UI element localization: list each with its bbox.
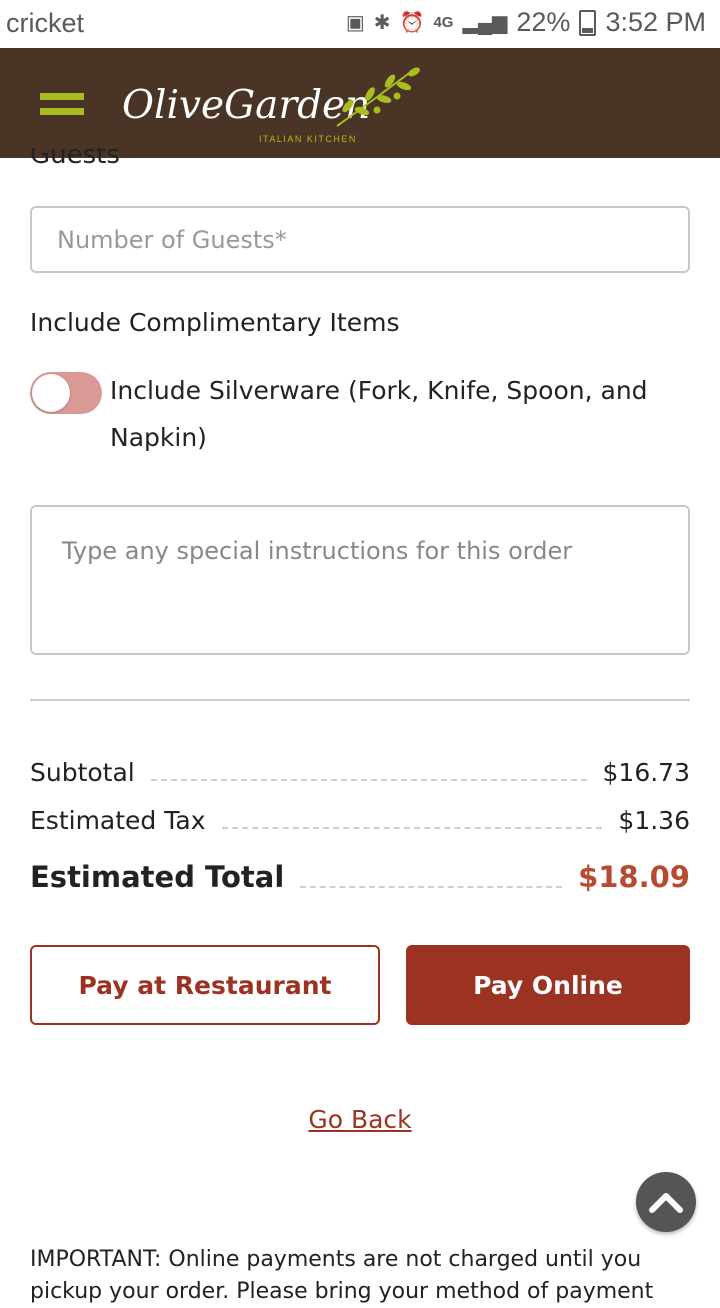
total-row: Estimated Total $18.09	[30, 860, 690, 894]
battery-icon	[579, 9, 597, 36]
hamburger-menu-button[interactable]	[40, 93, 84, 129]
complimentary-items-title: Include Complimentary Items	[30, 308, 400, 337]
dotted-leader	[221, 827, 603, 829]
subtotal-label: Subtotal	[30, 758, 135, 787]
special-instructions-field[interactable]	[30, 505, 690, 655]
divider	[30, 699, 690, 701]
silverware-label: Include Silverware (Fork, Knife, Spoon, …	[110, 376, 648, 452]
subtotal-row: Subtotal $16.73	[30, 758, 690, 787]
scroll-to-top-button[interactable]	[636, 1172, 696, 1232]
app-header: OliveGarden ITALIAN KITCHEN	[0, 48, 720, 158]
status-bar: cricket ▣ ✱ ⏰ 4G ▂▄▆ 22% 3:52 PM	[0, 0, 720, 48]
guests-label-text: Guests	[30, 148, 120, 170]
clock: 3:52 PM	[605, 7, 706, 37]
toggle-knob	[32, 374, 70, 412]
total-label: Estimated Total	[30, 860, 285, 894]
guests-input[interactable]	[30, 206, 690, 273]
signal-icon: ▂▄▆	[462, 12, 508, 34]
menu-bar	[40, 93, 84, 100]
tax-value: $1.36	[618, 806, 690, 835]
total-value: $18.09	[578, 860, 690, 894]
bluetooth-icon: ✱	[373, 12, 391, 34]
logo-brand-text: OliveGarden	[122, 83, 370, 128]
status-icons: ▣ ✱ ⏰ 4G ▂▄▆ 22% 3:52 PM	[346, 7, 706, 38]
pay-online-button[interactable]: Pay Online	[406, 945, 690, 1025]
logo-subtitle: ITALIAN KITCHEN	[259, 134, 357, 144]
battery-saver-icon: ▣	[345, 12, 365, 34]
carrier-name: cricket	[6, 8, 85, 38]
pay-at-restaurant-button[interactable]: Pay at Restaurant	[30, 945, 380, 1025]
silverware-toggle[interactable]	[30, 372, 102, 414]
guests-section-label: Guests	[30, 148, 120, 172]
tax-label: Estimated Tax	[30, 806, 206, 835]
dotted-leader	[150, 779, 587, 781]
network-type: 4G	[433, 14, 454, 31]
go-back-container: Go Back	[0, 1105, 720, 1134]
olive-garden-logo: OliveGarden ITALIAN KITCHEN	[122, 67, 420, 144]
chevron-up-icon	[649, 1193, 683, 1213]
important-note: IMPORTANT: Online payments are not charg…	[30, 1247, 654, 1304]
alarm-icon: ⏰	[399, 12, 425, 34]
menu-bar	[40, 108, 84, 115]
go-back-link[interactable]: Go Back	[308, 1105, 411, 1134]
dotted-leader	[300, 886, 563, 888]
subtotal-value: $16.73	[602, 758, 690, 787]
tax-row: Estimated Tax $1.36	[30, 806, 690, 835]
battery-percent: 22%	[516, 7, 571, 37]
